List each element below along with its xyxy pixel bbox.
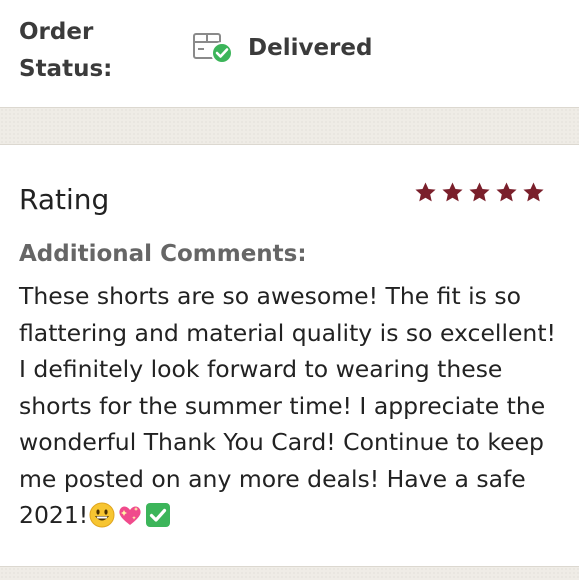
check-mark-button-icon [145,502,171,539]
order-status-value: Delivered [248,35,373,61]
order-status-label: Order Status: [19,19,113,82]
order-status-section: Order Status: Delivered [0,0,579,107]
section-divider-bottom [0,566,579,580]
star-icon [469,182,490,202]
grinning-face-icon [89,502,115,539]
sparkling-heart-icon [117,502,143,539]
emoji-row [89,502,171,539]
rating-stars [414,181,545,204]
comments-text: These shorts are so awesome! The fit is … [19,278,567,539]
comments-label: Additional Comments: [19,241,307,267]
star-icon [523,182,544,202]
section-divider [0,107,579,145]
star-icon [496,182,517,202]
comments-body: These shorts are so awesome! The fit is … [19,282,556,529]
order-status-value-group: Delivered [192,28,372,68]
rating-section: Rating Additional Comments: These shorts… [0,145,579,566]
rating-label: Rating [19,183,110,216]
star-icon [415,182,436,202]
package-delivered-icon [192,28,236,68]
star-icon [442,182,463,202]
